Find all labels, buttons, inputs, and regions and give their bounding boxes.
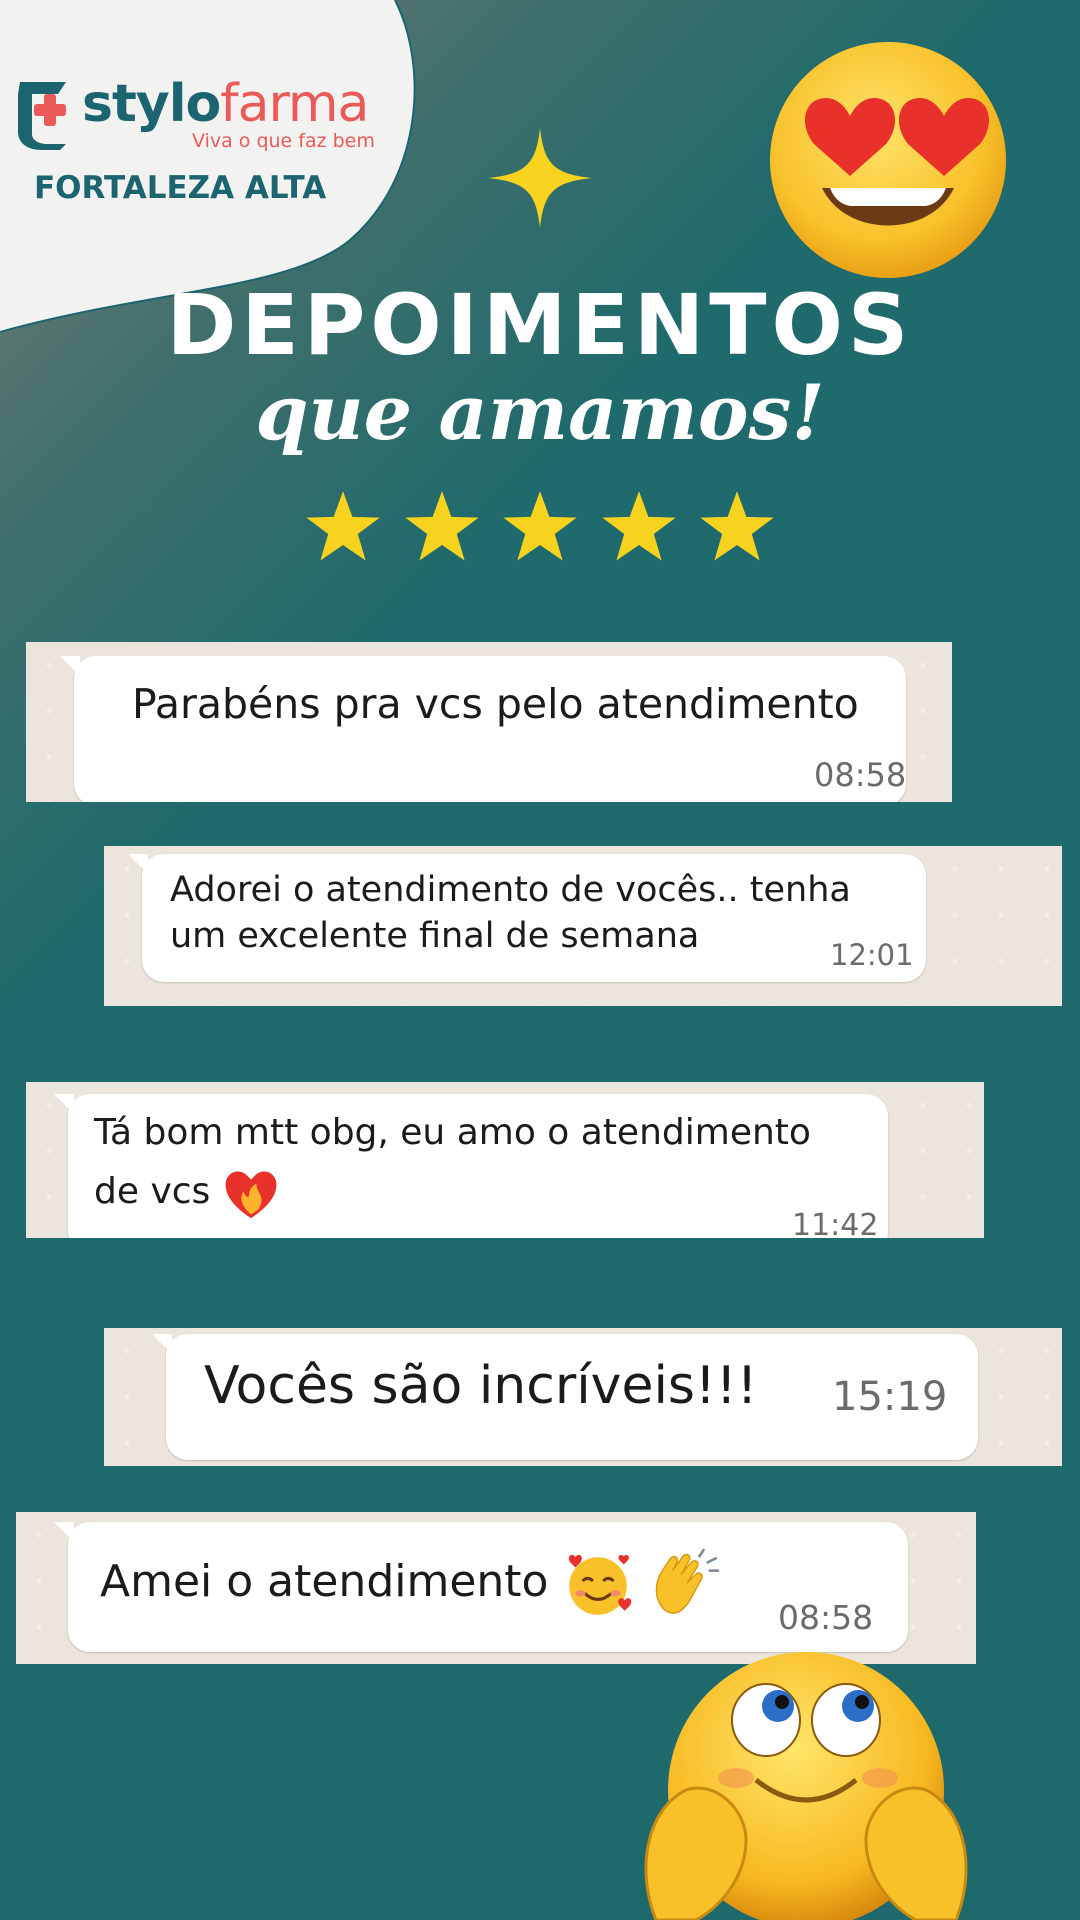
rating-stars xyxy=(304,488,776,566)
brand-name: stylofarma xyxy=(82,74,369,134)
shy-smiley-emoji xyxy=(644,1652,968,1920)
star-icon xyxy=(503,491,577,561)
message-time: 15:19 xyxy=(832,1374,948,1420)
message-text: Vocês são incríveis!!! xyxy=(204,1356,758,1416)
message-bubble: Parabéns pra vcs pelo atendimento 08:58 xyxy=(60,656,907,802)
smiling-face-with-hearts-icon xyxy=(569,1554,632,1615)
message-bubble: Adorei o atendimento de vocês.. tenha um… xyxy=(128,854,926,982)
page-title: DEPOIMENTOS xyxy=(166,276,914,374)
message-text-line1: Tá bom mtt obg, eu amo o atendimento xyxy=(94,1112,811,1153)
brand-tagline: Viva o que faz bem xyxy=(192,130,375,152)
message-time: 08:58 xyxy=(814,756,907,794)
page-subtitle: que amamos! xyxy=(255,368,825,457)
message-text-line1: Adorei o atendimento de vocês.. tenha xyxy=(170,870,851,910)
testimonials-poster: stylofarma Viva o que faz bem FORTALEZA … xyxy=(0,0,1080,1920)
message-text-line2: de vcs xyxy=(94,1166,280,1220)
testimonial-screenshot-4: Vocês são incríveis!!! 15:19 xyxy=(104,1328,1062,1466)
message-bubble: Vocês são incríveis!!! 15:19 xyxy=(152,1334,978,1460)
brand-name-part2: farma xyxy=(220,74,369,134)
star-icon xyxy=(404,491,479,561)
message-text-line2-text: de vcs xyxy=(94,1171,211,1212)
stylofarma-logo-mark-icon xyxy=(18,82,66,150)
testimonial-screenshot-1: Parabéns pra vcs pelo atendimento 08:58 xyxy=(26,642,952,802)
message-text-line2: um excelente final de semana xyxy=(170,916,700,956)
message-bubble: Tá bom mtt obg, eu amo o atendimento de … xyxy=(54,1094,888,1238)
testimonial-screenshot-3: Tá bom mtt obg, eu amo o atendimento de … xyxy=(26,1082,984,1238)
message-text: Parabéns pra vcs pelo atendimento xyxy=(132,680,859,728)
message-text: Amei o atendimento xyxy=(100,1548,720,1620)
heart-on-fire-icon xyxy=(225,1171,277,1219)
star-icon xyxy=(700,491,774,561)
sparkle-icon xyxy=(488,128,592,228)
testimonial-screenshot-2: Adorei o atendimento de vocês.. tenha um… xyxy=(104,846,1062,1006)
message-time: 11:42 xyxy=(792,1208,879,1238)
store-location: FORTALEZA ALTA xyxy=(34,170,327,206)
brand-name-part1: stylo xyxy=(82,74,221,134)
message-bubble: Amei o atendimento 08:58 xyxy=(54,1522,908,1652)
clapping-hands-icon xyxy=(656,1548,720,1614)
heart-eyes-emoji xyxy=(770,42,1006,278)
star-icon xyxy=(306,491,380,561)
message-text-content: Amei o atendimento xyxy=(100,1556,549,1607)
message-time: 12:01 xyxy=(830,938,914,972)
message-time: 08:58 xyxy=(778,1598,874,1637)
star-icon xyxy=(601,491,676,561)
